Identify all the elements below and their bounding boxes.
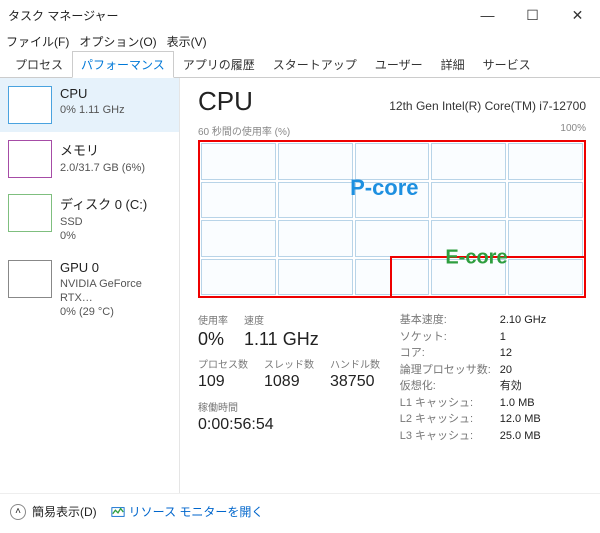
util-label: 使用率 xyxy=(198,312,228,327)
sidebar-mem-title: メモリ xyxy=(60,140,145,159)
l1-v: 1.0 MB xyxy=(500,395,535,412)
tab-app-history[interactable]: アプリの履歴 xyxy=(174,51,264,77)
minimize-button[interactable]: — xyxy=(465,0,510,30)
l3-k: L3 キャッシュ: xyxy=(400,428,500,445)
sidebar-item-cpu[interactable]: CPU 0% 1.11 GHz xyxy=(0,78,179,132)
logical-k: 論理プロセッサ数: xyxy=(400,362,500,379)
threads-value: 1089 xyxy=(264,373,314,391)
close-button[interactable]: ✕ xyxy=(555,0,600,30)
speed-value: 1.11 GHz xyxy=(244,329,319,350)
sidebar-disk-title: ディスク 0 (C:) xyxy=(60,194,147,213)
logical-v: 20 xyxy=(500,362,512,379)
menu-options[interactable]: オプション(O) xyxy=(79,33,156,50)
virt-k: 仮想化: xyxy=(400,378,500,395)
cores-k: コア: xyxy=(400,345,500,362)
sidebar-gpu-sub: NVIDIA GeForce RTX… 0% (29 °C) xyxy=(60,277,171,320)
l2-v: 12.0 MB xyxy=(500,411,541,428)
chevron-up-icon[interactable]: ˄ xyxy=(10,504,26,520)
page-title: CPU xyxy=(198,86,253,117)
ecore-annotation: E-core xyxy=(445,246,507,269)
l3-v: 25.0 MB xyxy=(500,428,541,445)
proc-label: プロセス数 xyxy=(198,356,248,371)
sidebar: CPU 0% 1.11 GHz メモリ 2.0/31.7 GB (6%) ディス… xyxy=(0,78,180,493)
sockets-v: 1 xyxy=(500,329,506,346)
proc-value: 109 xyxy=(198,373,248,391)
chart-caption-right: 100% xyxy=(560,123,586,138)
sidebar-item-memory[interactable]: メモリ 2.0/31.7 GB (6%) xyxy=(0,132,179,186)
tab-users[interactable]: ユーザー xyxy=(366,51,432,77)
l1-k: L1 キャッシュ: xyxy=(400,395,500,412)
uptime-label: 稼働時間 xyxy=(198,399,400,414)
pcore-annotation: P-core xyxy=(350,175,418,201)
tab-processes[interactable]: プロセス xyxy=(6,51,72,77)
handles-value: 38750 xyxy=(330,373,380,391)
sidebar-cpu-title: CPU xyxy=(60,86,125,101)
cpu-core-grid[interactable]: P-core E-core xyxy=(198,140,586,298)
fewer-details-button[interactable]: 簡易表示(D) xyxy=(32,503,97,520)
sidebar-item-disk[interactable]: ディスク 0 (C:) SSD 0% xyxy=(0,186,179,252)
cpu-model-name: 12th Gen Intel(R) Core(TM) i7-12700 xyxy=(389,99,586,113)
cores-v: 12 xyxy=(500,345,512,362)
sidebar-disk-sub: SSD 0% xyxy=(60,215,147,244)
l2-k: L2 キャッシュ: xyxy=(400,411,500,428)
tab-services[interactable]: サービス xyxy=(474,51,540,77)
main-panel: CPU 12th Gen Intel(R) Core(TM) i7-12700 … xyxy=(180,78,600,493)
util-value: 0% xyxy=(198,329,228,350)
sockets-k: ソケット: xyxy=(400,329,500,346)
resource-monitor-icon xyxy=(111,505,125,519)
threads-label: スレッド数 xyxy=(264,356,314,371)
uptime-value: 0:00:56:54 xyxy=(198,416,400,434)
chart-caption-left: 60 秒間の使用率 (%) xyxy=(198,123,290,138)
speed-label: 速度 xyxy=(244,312,319,327)
tab-startup[interactable]: スタートアップ xyxy=(264,51,366,77)
window-title: タスク マネージャー xyxy=(8,7,465,24)
handles-label: ハンドル数 xyxy=(330,356,380,371)
disk-thumb-icon xyxy=(8,194,52,232)
sidebar-item-gpu[interactable]: GPU 0 NVIDIA GeForce RTX… 0% (29 °C) xyxy=(0,252,179,328)
sidebar-cpu-sub: 0% 1.11 GHz xyxy=(60,103,125,117)
resource-monitor-label: リソース モニターを開く xyxy=(129,503,264,520)
menu-view[interactable]: 表示(V) xyxy=(167,33,207,50)
sidebar-gpu-title: GPU 0 xyxy=(60,260,171,275)
tab-performance[interactable]: パフォーマンス xyxy=(72,51,174,78)
sidebar-mem-sub: 2.0/31.7 GB (6%) xyxy=(60,161,145,175)
open-resource-monitor-link[interactable]: リソース モニターを開く xyxy=(111,503,264,520)
base-speed-k: 基本速度: xyxy=(400,312,500,329)
tab-details[interactable]: 詳細 xyxy=(432,51,474,77)
memory-thumb-icon xyxy=(8,140,52,178)
gpu-thumb-icon xyxy=(8,260,52,298)
base-speed-v: 2.10 GHz xyxy=(500,312,546,329)
menu-file[interactable]: ファイル(F) xyxy=(6,33,69,50)
cpu-thumb-icon xyxy=(8,86,52,124)
virt-v: 有効 xyxy=(500,378,522,395)
maximize-button[interactable]: ☐ xyxy=(510,0,555,30)
